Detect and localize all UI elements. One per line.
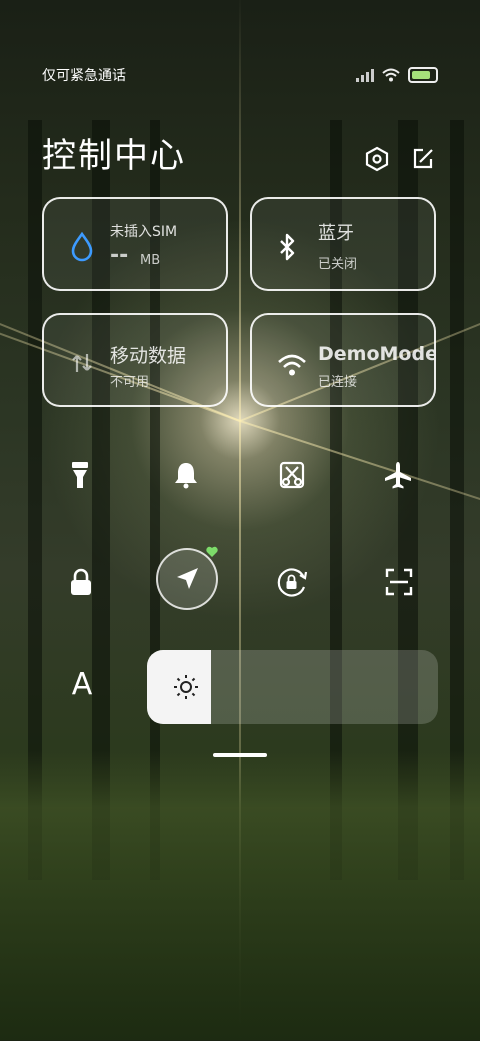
mobile-data-icon: [64, 345, 100, 381]
wifi-tile-icon: [274, 347, 310, 383]
sun-icon: [174, 675, 198, 699]
wifi-tile[interactable]: DemoMode 已连接: [250, 313, 436, 407]
carrier-text: 仅可紧急通话: [42, 68, 126, 84]
lock-toggle[interactable]: [53, 554, 109, 610]
settings-button[interactable]: [362, 144, 392, 174]
brightness-slider[interactable]: [147, 650, 438, 724]
rotation-lock-icon: [277, 568, 308, 597]
heart-icon: [206, 546, 218, 557]
notifications-toggle[interactable]: [158, 447, 214, 503]
flashlight-icon: [72, 462, 88, 488]
lock-icon: [71, 568, 91, 595]
location-arrow-icon: [177, 568, 198, 589]
scan-icon: [385, 568, 413, 596]
rotation-lock-toggle[interactable]: [265, 554, 321, 610]
home-indicator[interactable]: [213, 753, 267, 757]
edit-icon: [413, 148, 433, 169]
mobile-data-label: 移动数据: [110, 345, 187, 367]
bluetooth-status: 已关闭: [318, 257, 358, 272]
bluetooth-label: 蓝牙: [318, 223, 354, 244]
mobile-data-status: 不可用: [110, 375, 150, 390]
airplane-toggle[interactable]: [370, 447, 426, 503]
edit-button[interactable]: [408, 144, 438, 174]
hexagon-settings-icon: [365, 146, 389, 172]
flashlight-toggle[interactable]: [52, 447, 108, 503]
screenshot-toggle[interactable]: [264, 447, 320, 503]
water-drop-icon: [64, 229, 100, 265]
font-size-button[interactable]: A: [60, 662, 104, 706]
airplane-icon: [385, 462, 411, 489]
wifi-status: 已连接: [318, 375, 358, 390]
signal-icon: [356, 68, 374, 82]
data-usage-tile[interactable]: 未插入SIM -- MB: [42, 197, 228, 291]
status-bar: 仅可紧急通话: [42, 62, 438, 88]
page-title: 控制中心: [42, 136, 186, 176]
wifi-icon: [382, 68, 400, 82]
bluetooth-tile[interactable]: 蓝牙 已关闭: [250, 197, 436, 291]
scissors-icon: [279, 461, 305, 489]
mobile-data-tile[interactable]: 移动数据 不可用: [42, 313, 228, 407]
data-usage-value: --: [110, 243, 129, 268]
bell-icon: [175, 463, 197, 489]
sim-status-label: 未插入SIM: [110, 224, 178, 240]
wifi-network-name: DemoMode: [318, 343, 436, 365]
bluetooth-icon: [270, 229, 306, 265]
scanner-toggle[interactable]: [371, 554, 427, 610]
battery-icon: [408, 67, 438, 83]
data-usage-unit: MB: [140, 253, 161, 268]
